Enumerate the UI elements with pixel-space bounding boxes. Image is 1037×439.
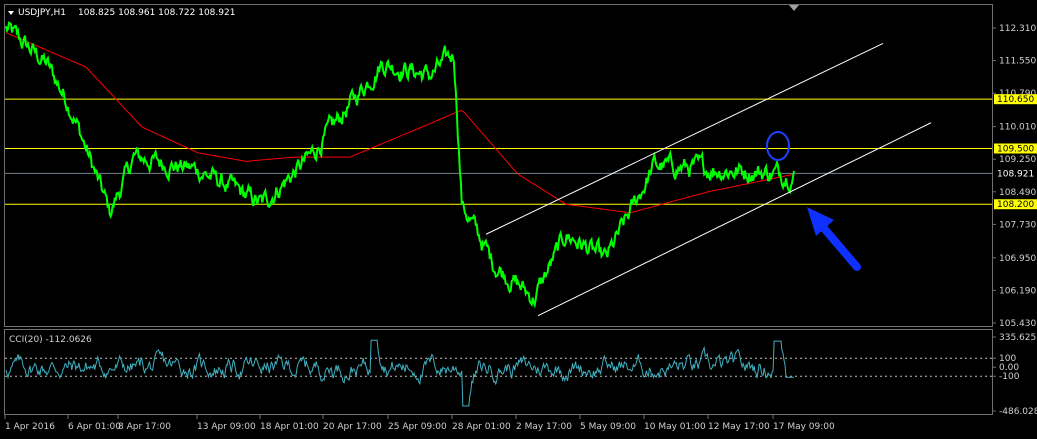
- time-tick-label: 28 Apr 01:00: [452, 422, 511, 432]
- price-tick-label: 108.490: [999, 188, 1036, 198]
- time-tick-label: 1 Apr 2016: [5, 422, 55, 432]
- cci-tick-label: -486.0281: [999, 407, 1037, 417]
- level-price-label: 110.650: [997, 95, 1034, 105]
- time-tick-label: 8 Apr 17:00: [118, 422, 171, 432]
- shift-marker-icon[interactable]: [789, 5, 799, 11]
- time-tick-label: 17 May 09:00: [773, 422, 835, 432]
- time-tick-label: 13 Apr 09:00: [197, 422, 256, 432]
- time-tick-label: 10 May 01:00: [644, 422, 706, 432]
- level-price-label: 108.200: [997, 200, 1034, 210]
- moving-average-line: [5, 32, 795, 214]
- time-tick-label: 18 Apr 01:00: [260, 422, 319, 432]
- cci-tick-label: -100: [999, 372, 1020, 382]
- time-tick-label: 5 May 09:00: [580, 422, 636, 432]
- time-tick-label: 12 May 17:00: [708, 422, 770, 432]
- cci-panel-frame: [4, 329, 993, 415]
- time-tick-label: 6 Apr 01:00: [68, 422, 121, 432]
- time-tick-label: 2 May 17:00: [516, 422, 572, 432]
- price-tick-label: 109.250: [999, 155, 1036, 165]
- chart-canvas[interactable]: USDJPY,H1 108.825 108.961 108.722 108.92…: [0, 0, 1037, 439]
- current-price-label: 108.921: [997, 169, 1034, 179]
- price-tick-label: 112.310: [999, 24, 1036, 34]
- channel-upper-line[interactable]: [485, 42, 884, 235]
- price-tick-label: 106.950: [999, 254, 1036, 264]
- price-tick-label: 105.430: [999, 319, 1036, 329]
- price-tick-label: 110.010: [999, 123, 1036, 133]
- dropdown-triangle-icon[interactable]: [8, 11, 14, 15]
- ohlc-values: 108.825 108.961 108.722 108.921: [78, 8, 235, 18]
- highlight-circle: [766, 131, 790, 161]
- price-tick-label: 106.190: [999, 286, 1036, 296]
- price-tick-label: 111.550: [999, 57, 1036, 67]
- price-series-line: [5, 21, 795, 309]
- time-tick-label: 25 Apr 09:00: [388, 422, 447, 432]
- blue-arrow: [807, 207, 861, 271]
- cci-series-line: [5, 339, 794, 407]
- cci-tick-label: 335.6251: [999, 333, 1037, 343]
- level-price-label: 109.500: [997, 144, 1034, 154]
- price-tick-label: 107.730: [999, 220, 1036, 230]
- time-tick-label: 20 Apr 17:00: [323, 422, 382, 432]
- cci-label: CCI(20) -112.0626: [9, 335, 92, 345]
- channel-lower-line[interactable]: [537, 122, 932, 317]
- symbol-label: USDJPY,H1: [18, 8, 66, 18]
